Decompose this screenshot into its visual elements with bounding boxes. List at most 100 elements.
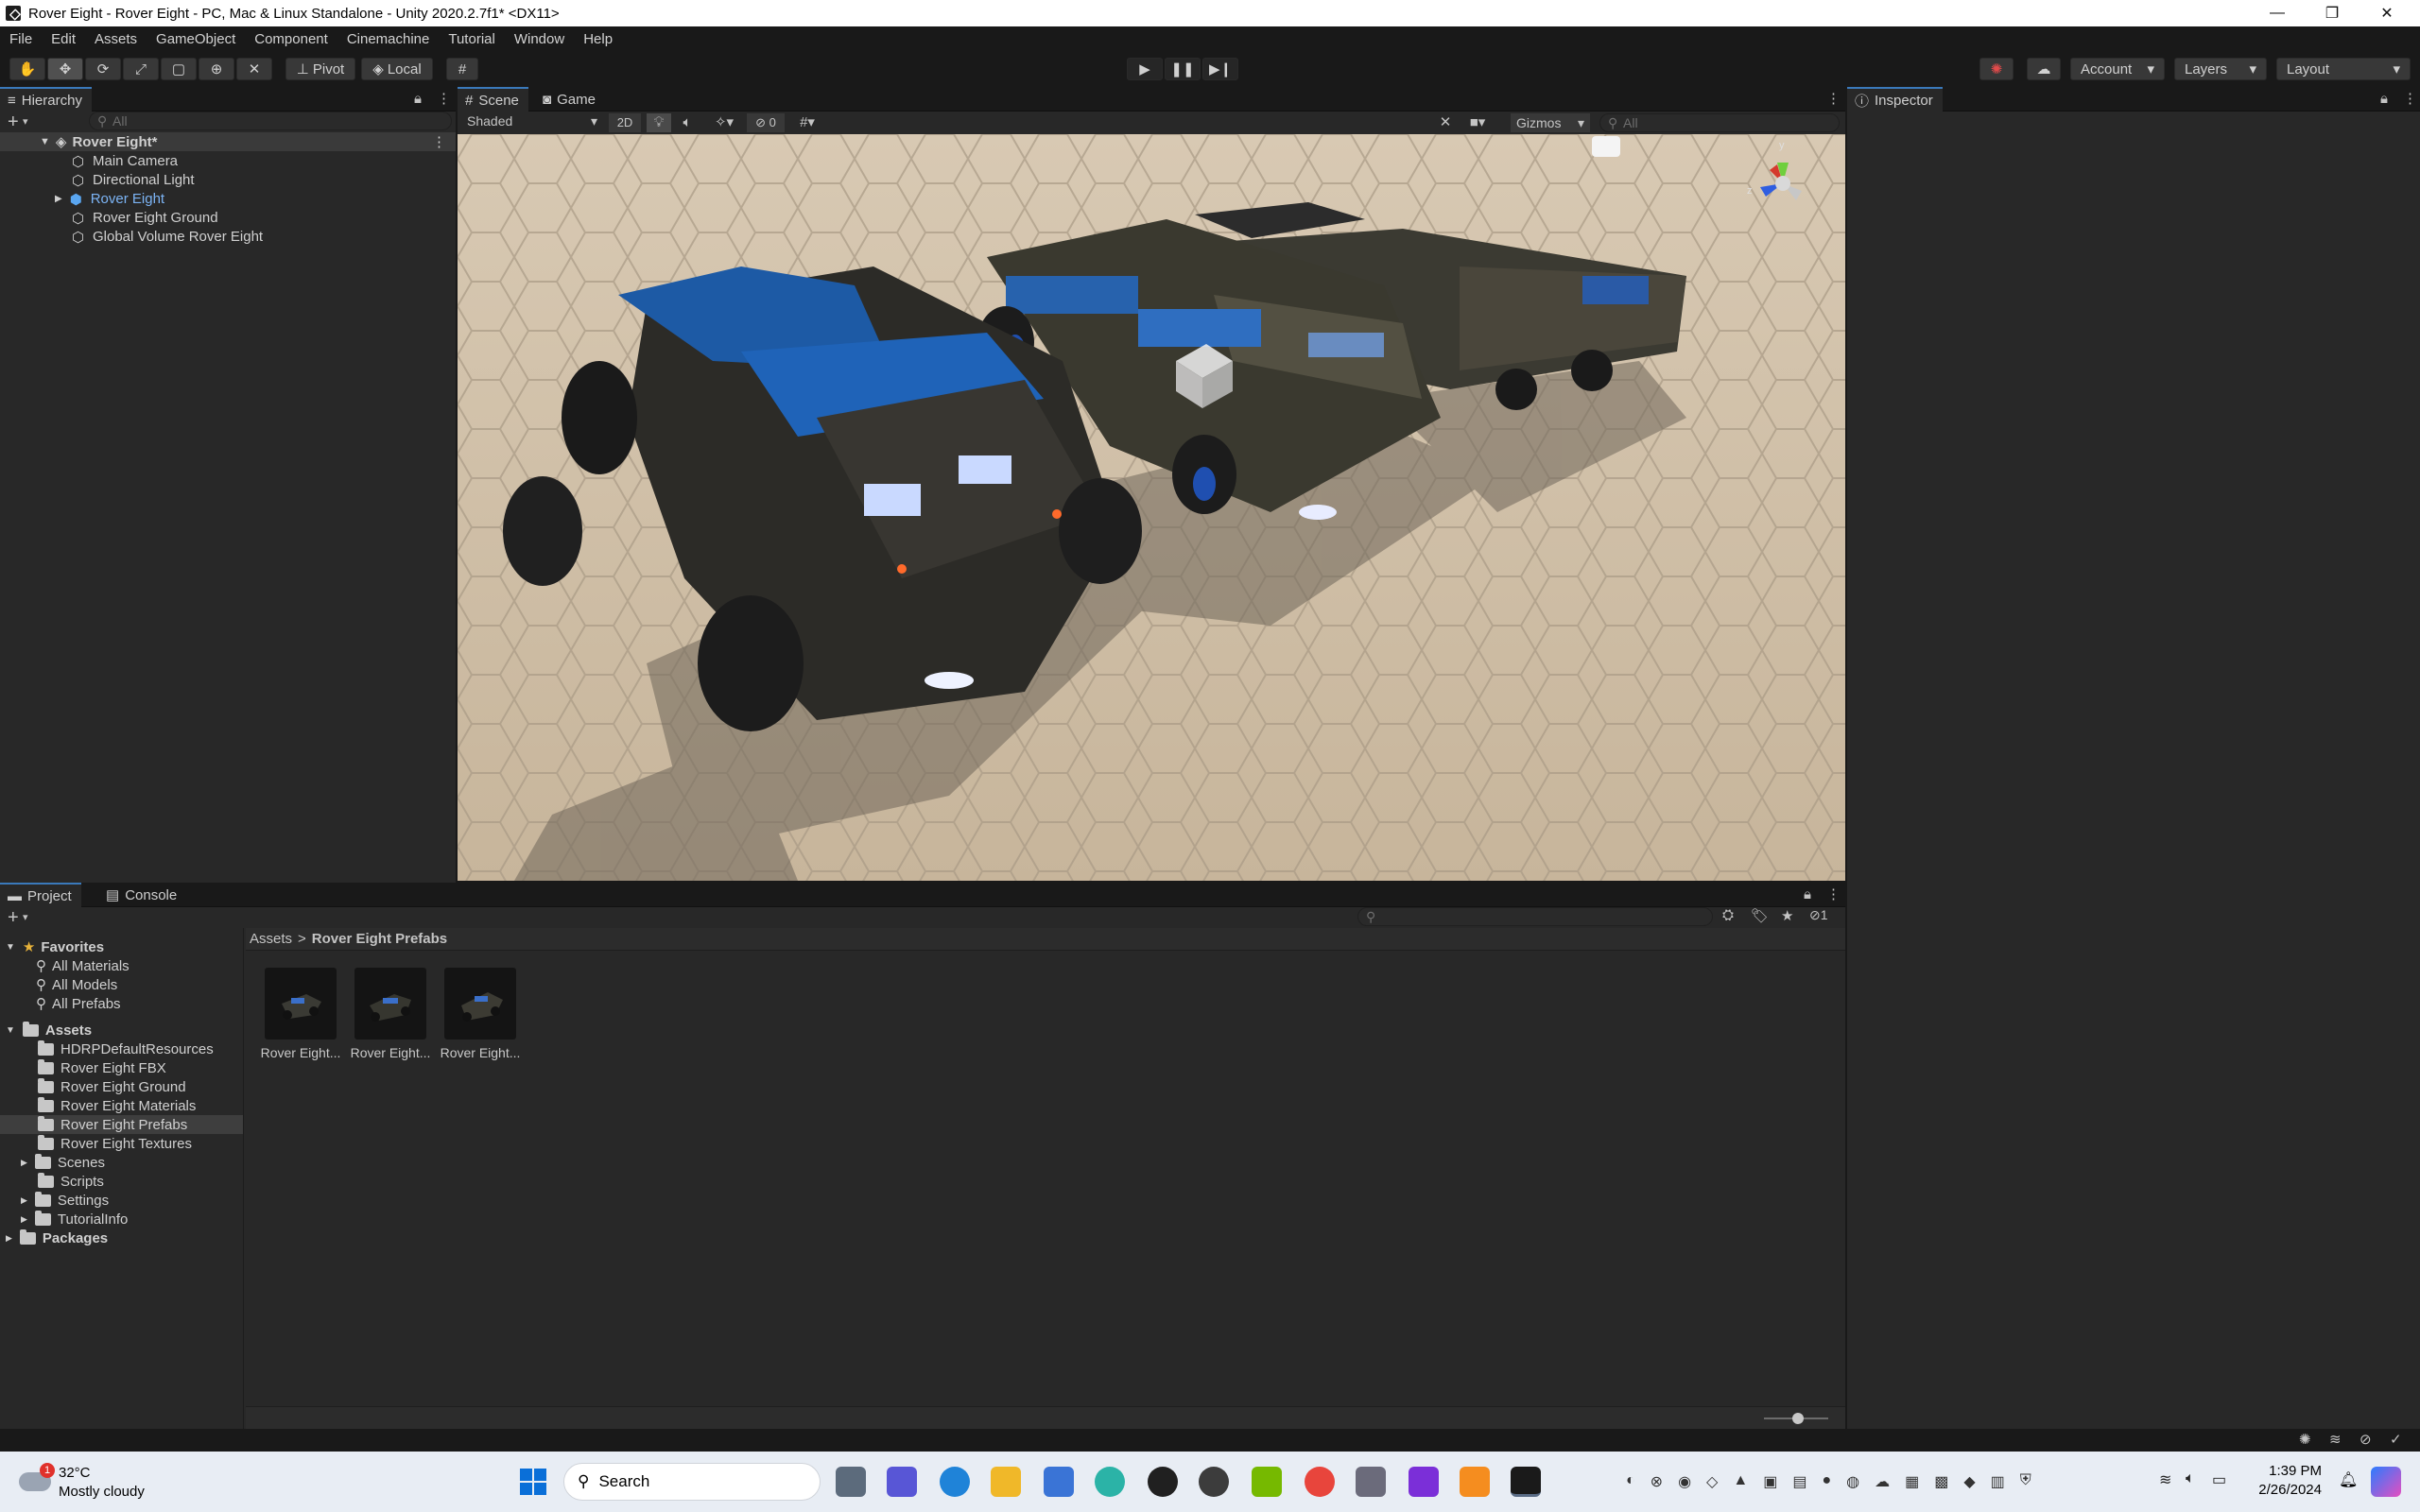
tray-app-icon[interactable]: ◐ (1626, 1472, 1635, 1491)
packages-row[interactable]: ▶ Packages (6, 1228, 108, 1247)
folder-item-selected[interactable]: Rover Eight Prefabs (0, 1115, 243, 1134)
chevron-right-icon[interactable]: ▶ (55, 194, 62, 204)
add-icon[interactable]: + (8, 112, 19, 133)
move-tool-icon[interactable]: ✥ (47, 58, 83, 80)
menu-gameobject[interactable]: GameObject (147, 31, 245, 47)
tray-app-icon[interactable]: ◍ (1846, 1472, 1859, 1491)
pivot-toggle[interactable]: ⊥ Pivot (285, 58, 355, 80)
menu-window[interactable]: Window (505, 31, 574, 47)
browser-icon[interactable] (1095, 1467, 1125, 1497)
project-search-input[interactable]: ⚲ (1357, 907, 1713, 926)
account-dropdown[interactable]: Account ▾ (2070, 58, 2165, 80)
chevron-right-icon[interactable]: ▶ (6, 1233, 12, 1244)
local-toggle[interactable]: ◈ Local (361, 58, 433, 80)
folder-item[interactable]: ▶ TutorialInfo (21, 1210, 128, 1228)
tab-project[interactable]: ▬ Project (0, 883, 81, 907)
kebab-menu-icon[interactable]: ⋮ (1826, 885, 1841, 902)
hidden-packages-toggle[interactable]: ⊘1 (1809, 907, 1828, 923)
mcafee-icon[interactable]: ◆ (1963, 1472, 1975, 1491)
file-explorer-icon[interactable] (991, 1467, 1021, 1497)
folder-item[interactable]: ▶ Settings (21, 1191, 109, 1210)
chrome-icon[interactable] (1305, 1467, 1335, 1497)
hand-tool-icon[interactable]: ✋ (9, 58, 45, 80)
breadcrumb-root[interactable]: Assets (250, 931, 292, 947)
hierarchy-item[interactable]: ⬡ Directional Light (72, 170, 195, 190)
rotate-tool-icon[interactable]: ⟳ (85, 58, 121, 80)
breadcrumb-current[interactable]: Rover Eight Prefabs (312, 931, 447, 947)
effects-dropdown-icon[interactable]: ✧▾ (705, 113, 743, 132)
snipping-tool-icon[interactable] (1356, 1467, 1386, 1497)
volume-icon[interactable]: 🔈︎ (2186, 1470, 2195, 1487)
scene-search-input[interactable]: ⚲ All (1599, 113, 1840, 132)
hierarchy-item[interactable]: ⬡ Main Camera (72, 151, 178, 171)
assets-root-row[interactable]: ▼ Assets (6, 1021, 92, 1040)
orientation-gizmo[interactable]: y z (1745, 140, 1821, 221)
layout-dropdown[interactable]: Layout ▾ (2276, 58, 2411, 80)
lock-icon[interactable]: 🔒︎ (1804, 886, 1811, 902)
tray-app-icon[interactable]: ▲ (1733, 1472, 1748, 1491)
vs-icon[interactable]: ◇ (1706, 1472, 1718, 1491)
layers-status-icon[interactable]: ≋ (2329, 1431, 2342, 1448)
folder-item[interactable]: HDRPDefaultResources (38, 1040, 214, 1058)
taskbar-search[interactable]: ⚲ Search (563, 1463, 821, 1501)
pause-button[interactable]: ❚❚ (1165, 58, 1201, 80)
favorite-star-icon[interactable]: ★ (1781, 907, 1793, 924)
clock-date[interactable]: 2/26/2024 (2246, 1482, 2322, 1498)
menu-file[interactable]: File (0, 31, 42, 47)
menu-component[interactable]: Component (245, 31, 337, 47)
grid-dropdown-icon[interactable]: #▾ (788, 113, 826, 132)
sublime-icon[interactable] (1460, 1467, 1490, 1497)
scene-render[interactable] (458, 134, 1845, 881)
tray-app-icon[interactable]: ▤ (1792, 1472, 1806, 1491)
hierarchy-item[interactable]: ▶ ⬢ Rover Eight (55, 189, 164, 209)
tray-app-icon[interactable]: ▣ (1763, 1472, 1777, 1491)
lighting-toggle-icon[interactable]: 💡︎ (647, 113, 671, 132)
chevron-down-icon[interactable]: ▾ (23, 911, 28, 923)
menu-assets[interactable]: Assets (85, 31, 147, 47)
hierarchy-item[interactable]: ⬡ Global Volume Rover Eight (72, 227, 263, 247)
copilot-icon[interactable] (2371, 1467, 2401, 1497)
folder-item[interactable]: ▶ Scenes (21, 1153, 105, 1172)
kebab-menu-icon[interactable]: ⋮ (437, 90, 451, 107)
grid-snap-icon[interactable]: # (446, 58, 478, 80)
folder-item[interactable]: Rover Eight Ground (38, 1077, 186, 1096)
tab-console[interactable]: ▤ Console (98, 883, 186, 907)
camera-dropdown-icon[interactable]: ■▾ (1461, 113, 1494, 132)
chevron-down-icon[interactable]: ▼ (6, 942, 15, 953)
prefab-thumbnail[interactable] (444, 968, 516, 1040)
chevron-down-icon[interactable]: ▾ (23, 115, 28, 128)
collab-icon[interactable]: ✺ (1979, 58, 2014, 80)
teams-icon[interactable]: ▦ (1905, 1472, 1919, 1491)
nvidia-icon[interactable] (1252, 1467, 1282, 1497)
chevron-right-icon[interactable]: ▶ (21, 1195, 27, 1206)
transform-tool-icon[interactable]: ⊕ (199, 58, 234, 80)
tray-app-icon[interactable]: ◉ (1678, 1472, 1691, 1491)
hierarchy-item[interactable]: ⬡ Rover Eight Ground (72, 208, 218, 228)
lock-icon[interactable]: 🔒︎ (414, 91, 422, 107)
battery-icon[interactable]: ▭ (2212, 1470, 2226, 1489)
lock-icon[interactable]: 🔒︎ (2380, 91, 2388, 107)
tray-app-icon[interactable]: ▩ (1934, 1472, 1948, 1491)
prefab-thumbnail[interactable] (265, 968, 337, 1040)
folder-item[interactable]: Rover Eight Textures (38, 1134, 192, 1153)
favorites-row[interactable]: ▼ ★ Favorites (6, 937, 104, 956)
folder-item[interactable]: Scripts (38, 1172, 104, 1191)
tray-app-icon[interactable]: ▥ (1991, 1472, 2005, 1491)
kebab-menu-icon[interactable]: ⋮ (2403, 90, 2417, 107)
menu-edit[interactable]: Edit (42, 31, 85, 47)
notifications-icon[interactable]: 🔔︎ (2339, 1470, 2358, 1489)
clock-time[interactable]: 1:39 PM (2246, 1463, 2322, 1479)
favorite-item[interactable]: ⚲ All Models (36, 975, 117, 994)
audio-toggle-icon[interactable]: 🔈︎ (675, 113, 700, 132)
weather-widget[interactable]: 1 (19, 1463, 57, 1501)
hierarchy-search-input[interactable]: ⚲ All (89, 112, 452, 130)
gizmos-dropdown[interactable]: Gizmos ▾ (1511, 113, 1590, 132)
clipchamp-icon[interactable] (1409, 1467, 1439, 1497)
defender-icon[interactable]: ⛨ (2020, 1472, 2031, 1491)
minimize-button[interactable]: — (2250, 0, 2305, 26)
tab-inspector[interactable]: ⓘ Inspector (1847, 87, 1943, 112)
app-icon[interactable] (1199, 1467, 1229, 1497)
tab-game[interactable]: ◙ Game (535, 87, 605, 112)
zoom-slider-handle[interactable] (1792, 1413, 1804, 1424)
play-button[interactable]: ▶ (1127, 58, 1163, 80)
